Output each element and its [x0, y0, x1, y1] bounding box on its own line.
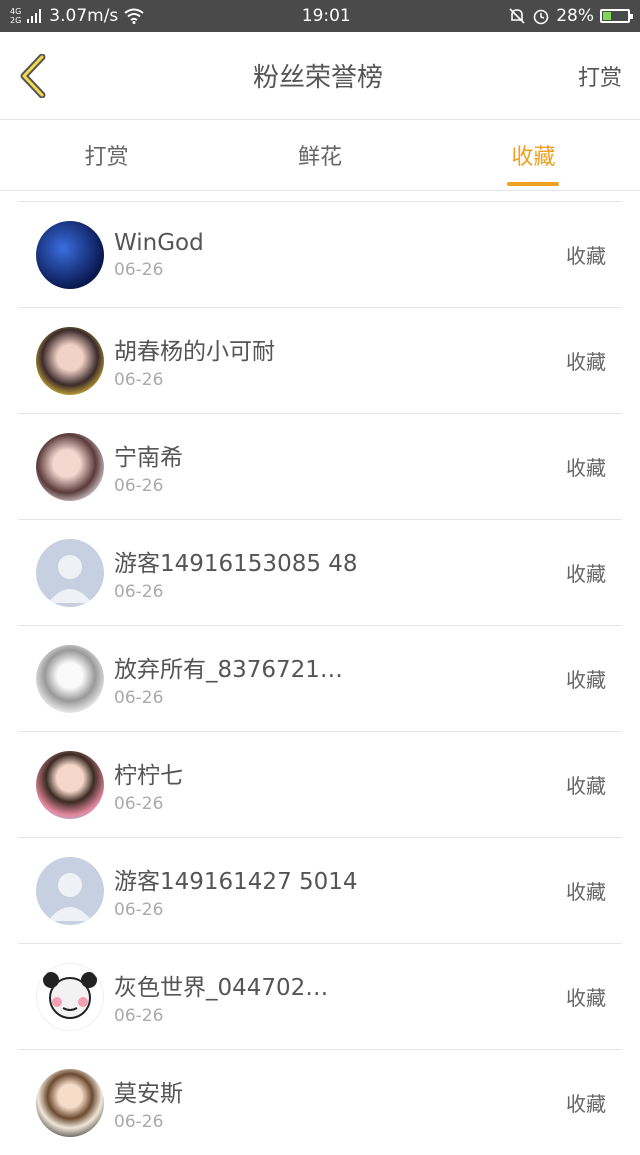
- date: 06-26: [114, 475, 164, 496]
- date: 06-26: [114, 899, 164, 920]
- date: 06-26: [114, 1111, 164, 1132]
- bell-off-icon: [509, 8, 525, 24]
- date: 06-26: [114, 687, 164, 708]
- tab-label: 收藏: [511, 145, 556, 170]
- user-name: 柠柠七: [114, 762, 183, 789]
- alarm-icon: [533, 9, 549, 25]
- user-name: 灰色世界_044702…: [114, 974, 329, 1001]
- tab-underline: [507, 182, 560, 186]
- avatar[interactable]: [36, 962, 104, 1031]
- battery-icon: [600, 9, 633, 23]
- avatar[interactable]: [36, 432, 104, 501]
- avatar[interactable]: [36, 220, 104, 289]
- tab-label: 打赏: [84, 145, 129, 170]
- avatar[interactable]: [36, 856, 104, 925]
- list-item[interactable]: 莫安斯 06-26 收藏: [18, 1049, 622, 1155]
- list-item[interactable]: 柠柠七 06-26 收藏: [18, 731, 622, 837]
- avatar[interactable]: [36, 750, 104, 819]
- back-button[interactable]: [18, 46, 58, 106]
- default-user-icon: [48, 872, 92, 921]
- network-bottom: 2G: [10, 16, 22, 25]
- chevron-left-icon: [20, 53, 46, 98]
- avatar[interactable]: [36, 1068, 104, 1137]
- battery-level: 28%: [556, 6, 594, 26]
- action-label: 收藏: [566, 1092, 606, 1116]
- tab-flowers[interactable]: 鲜花: [213, 120, 426, 190]
- date: 06-26: [114, 259, 164, 280]
- wifi-icon: [124, 8, 144, 24]
- date: 06-26: [114, 581, 164, 602]
- user-name: 放弃所有_8376721…: [114, 656, 343, 683]
- page-title: 粉丝荣誉榜: [252, 63, 383, 93]
- list-item[interactable]: 灰色世界_044702… 06-26 收藏: [18, 943, 622, 1049]
- tab-favorites[interactable]: 收藏: [427, 120, 640, 190]
- avatar[interactable]: [36, 644, 104, 713]
- user-name: 游客14916153085 48: [114, 550, 358, 577]
- date: 06-26: [114, 793, 164, 814]
- default-user-icon: [48, 554, 92, 603]
- list-item[interactable]: 胡春杨的小可耐 06-26 收藏: [18, 307, 622, 413]
- action-label: 收藏: [566, 562, 606, 586]
- signal-icon: [27, 9, 42, 23]
- meme-face-icon: [43, 971, 97, 1019]
- list-item[interactable]: WinGod 06-26 收藏: [18, 201, 622, 307]
- avatar[interactable]: [36, 538, 104, 607]
- action-label: 收藏: [566, 456, 606, 480]
- list-item[interactable]: 游客149161427 5014 06-26 收藏: [18, 837, 622, 943]
- user-name: 胡春杨的小可耐: [114, 338, 275, 365]
- clock: 19:01: [301, 6, 351, 26]
- action-label: 收藏: [566, 986, 606, 1010]
- list-item[interactable]: 宁南希 06-26 收藏: [18, 413, 622, 519]
- action-label: 收藏: [566, 880, 606, 904]
- list-item[interactable]: 放弃所有_8376721… 06-26 收藏: [18, 625, 622, 731]
- avatar[interactable]: [36, 326, 104, 395]
- fan-list: WinGod 06-26 收藏 胡春杨的小可耐 06-26 收藏 宁南希 06-26 …: [0, 191, 640, 1155]
- status-bar: 4G 2G 3.07m/s 19:01 28%: [0, 0, 640, 32]
- tab-label: 鲜花: [297, 145, 342, 170]
- reward-button[interactable]: 打赏: [578, 60, 622, 92]
- action-label: 收藏: [566, 244, 606, 268]
- list-item[interactable]: 游客14916153085 48 06-26 收藏: [18, 519, 622, 625]
- action-label: 收藏: [566, 350, 606, 374]
- user-name: 游客149161427 5014: [114, 868, 358, 895]
- network-type: 4G 2G: [10, 7, 21, 25]
- date: 06-26: [114, 1005, 164, 1026]
- action-label: 收藏: [566, 774, 606, 798]
- date: 06-26: [114, 369, 164, 390]
- action-label: 收藏: [566, 668, 606, 692]
- network-top: 4G: [10, 7, 22, 16]
- tab-reward[interactable]: 打赏: [0, 120, 213, 190]
- nav-bar: 粉丝荣誉榜 打赏: [0, 32, 640, 120]
- user-name: WinGod: [114, 229, 204, 256]
- tab-bar: 打赏 鲜花 收藏: [0, 120, 640, 191]
- user-name: 莫安斯: [114, 1080, 183, 1107]
- user-name: 宁南希: [114, 444, 183, 471]
- network-speed: 3.07m/s: [49, 6, 119, 26]
